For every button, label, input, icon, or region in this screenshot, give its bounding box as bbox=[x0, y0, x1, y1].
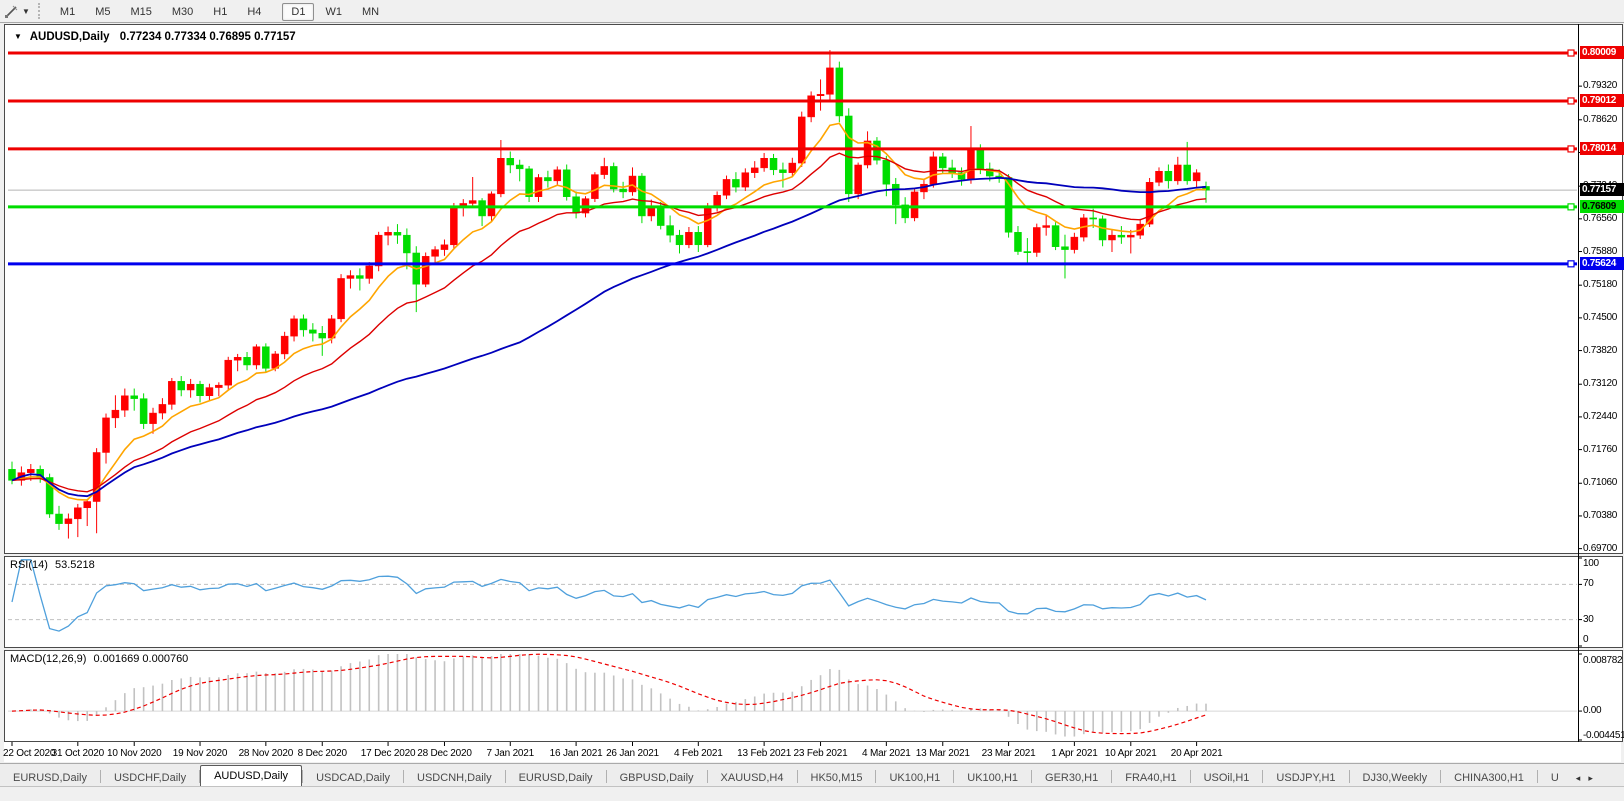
chart-title: ▼ AUDUSD,Daily 0.77234 0.77334 0.76895 0… bbox=[14, 31, 296, 43]
tab-eurusd-daily[interactable]: EURUSD,Daily bbox=[0, 769, 100, 787]
tab-uk100-h1[interactable]: UK100,H1 bbox=[876, 769, 953, 787]
timeframe-d1[interactable]: D1 bbox=[282, 3, 314, 21]
tab-xauusd-h4[interactable]: XAUUSD,H4 bbox=[708, 769, 797, 787]
timeframe-h4[interactable]: H4 bbox=[238, 3, 270, 21]
tab-usdcad-daily[interactable]: USDCAD,Daily bbox=[303, 769, 403, 787]
timeframe-m30[interactable]: M30 bbox=[163, 3, 202, 21]
timeframe-m5[interactable]: M5 bbox=[86, 3, 119, 21]
macd-indicator-label: MACD(12,26,9) 0.001669 0.000760 bbox=[10, 653, 188, 665]
tab-u[interactable]: U bbox=[1538, 769, 1572, 787]
tab-china300-h1[interactable]: CHINA300,H1 bbox=[1441, 769, 1537, 787]
timeframe-m1[interactable]: M1 bbox=[51, 3, 84, 21]
chart-tab-bar: EURUSD,DailyUSDCHF,DailyAUDUSD,DailyUSDC… bbox=[0, 763, 1624, 787]
tab-hk50-m15[interactable]: HK50,M15 bbox=[798, 769, 876, 787]
tab-scroll-left[interactable]: ◂ bbox=[1572, 769, 1585, 787]
rsi-indicator-label: RSI(14) 53.5218 bbox=[10, 559, 95, 571]
tab-eurusd-daily[interactable]: EURUSD,Daily bbox=[506, 769, 606, 787]
top-toolbar: ▼ M1M5M15M30H1H4 D1W1MN bbox=[0, 0, 1624, 23]
timeframe-m15[interactable]: M15 bbox=[121, 3, 160, 21]
chart-ohlc: 0.77234 0.77334 0.76895 0.77157 bbox=[120, 31, 296, 43]
title-dropdown-icon[interactable]: ▼ bbox=[14, 32, 22, 41]
macd-panel[interactable] bbox=[4, 650, 1623, 742]
tab-scroll-right[interactable]: ▸ bbox=[1584, 769, 1597, 787]
chart-symbol: AUDUSD,Daily bbox=[30, 31, 110, 43]
tab-uk100-h1[interactable]: UK100,H1 bbox=[954, 769, 1031, 787]
rsi-value: 53.5218 bbox=[55, 559, 95, 571]
line-tool-button[interactable]: ▼ bbox=[0, 4, 34, 19]
time-axis[interactable] bbox=[4, 742, 1621, 762]
rsi-name: RSI(14) bbox=[10, 559, 48, 571]
rsi-panel[interactable] bbox=[4, 556, 1623, 648]
timeframe-w1[interactable]: W1 bbox=[316, 3, 351, 21]
tab-usdjpy-h1[interactable]: USDJPY,H1 bbox=[1263, 769, 1348, 787]
tab-dj30-weekly[interactable]: DJ30,Weekly bbox=[1350, 769, 1441, 787]
timeframe-h1[interactable]: H1 bbox=[204, 3, 236, 21]
toolbar-grip bbox=[38, 3, 44, 19]
main-chart-panel[interactable] bbox=[4, 24, 1623, 554]
tab-fra40-h1[interactable]: FRA40,H1 bbox=[1112, 769, 1189, 787]
tab-usdchf-daily[interactable]: USDCHF,Daily bbox=[101, 769, 199, 787]
tab-gbpusd-daily[interactable]: GBPUSD,Daily bbox=[607, 769, 707, 787]
tab-usoil-h1[interactable]: USOil,H1 bbox=[1191, 769, 1263, 787]
macd-values: 0.001669 0.000760 bbox=[93, 653, 188, 665]
macd-name: MACD(12,26,9) bbox=[10, 653, 86, 665]
timeframe-buttons: M1M5M15M30H1H4 D1W1MN bbox=[50, 2, 389, 20]
tab-usdcnh-daily[interactable]: USDCNH,Daily bbox=[404, 769, 505, 787]
line-tool-icon bbox=[4, 4, 19, 19]
tool-dropdown-icon[interactable]: ▼ bbox=[22, 7, 30, 16]
status-bar bbox=[0, 786, 1624, 801]
tab-ger30-h1[interactable]: GER30,H1 bbox=[1032, 769, 1111, 787]
timeframe-mn[interactable]: MN bbox=[353, 3, 388, 21]
tab-audusd-daily[interactable]: AUDUSD,Daily bbox=[200, 765, 302, 787]
